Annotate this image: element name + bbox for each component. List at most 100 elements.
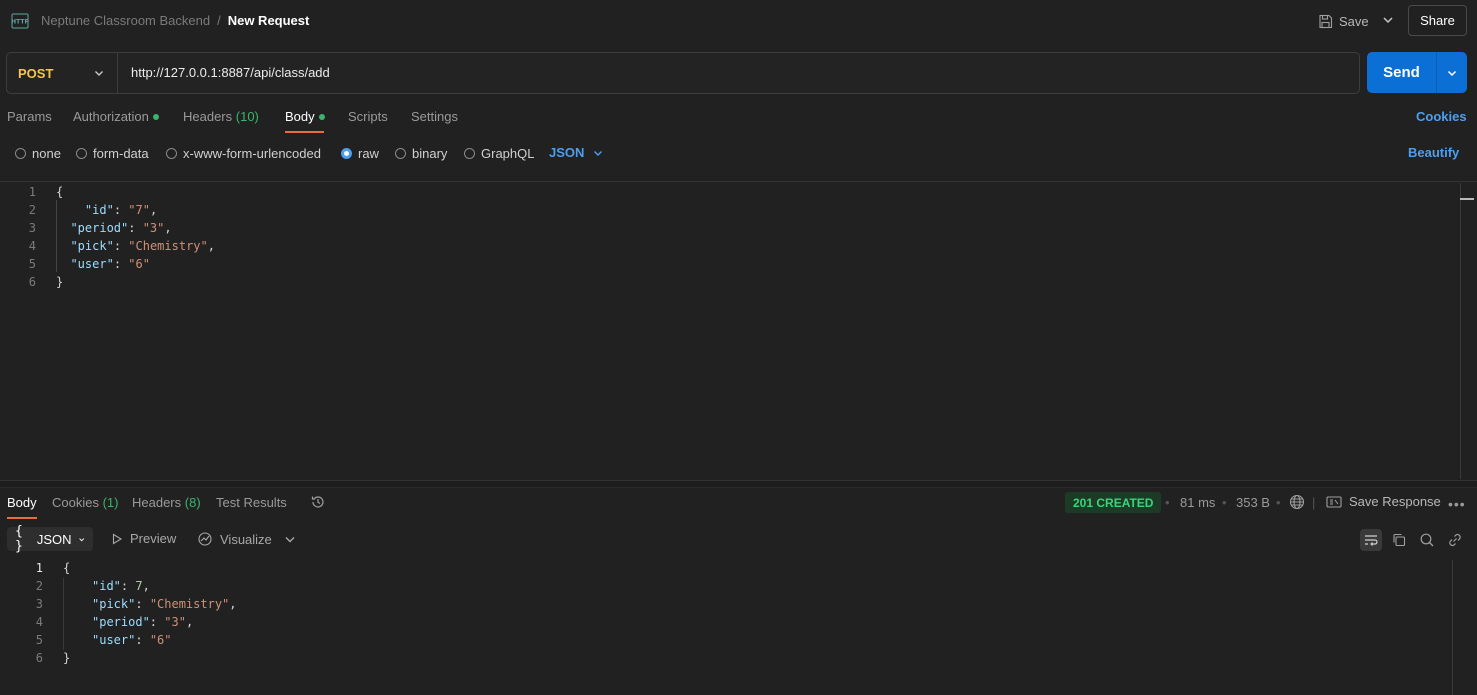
send-options-button[interactable]: [1436, 52, 1467, 93]
response-tab-body[interactable]: Body: [7, 495, 37, 510]
json-trail: ,: [185, 615, 194, 629]
save-response-icon: [1326, 495, 1342, 508]
response-tab-headers-label: Headers: [132, 495, 182, 510]
chevron-down-icon[interactable]: [283, 532, 297, 546]
json-value: 7: [135, 579, 143, 593]
json-key: "id": [92, 579, 121, 593]
tab-params[interactable]: Params: [7, 109, 52, 124]
line-number: 5: [28, 257, 36, 271]
code-line: }: [63, 651, 70, 665]
radio-selected-icon: [341, 147, 352, 159]
response-tab-headers[interactable]: Headers (8): [132, 495, 201, 510]
breadcrumb-collection[interactable]: Neptune Classroom Backend: [41, 13, 210, 28]
body-type-urlencoded[interactable]: x-www-form-urlencoded: [166, 145, 321, 161]
language-select[interactable]: JSON: [549, 145, 604, 160]
request-body-editor[interactable]: 1 2 3 4 5 6 { "id": "7", "period": "3", …: [0, 181, 1477, 479]
meta-separator: •: [1165, 495, 1170, 510]
link-icon: [1449, 533, 1461, 547]
tab-headers-count: (10): [235, 109, 259, 124]
beautify-button[interactable]: Beautify: [1408, 145, 1459, 160]
wrap-lines-button[interactable]: [1360, 529, 1382, 551]
response-format-select[interactable]: { } JSON: [7, 524, 93, 554]
scrollbar-thumb[interactable]: [1460, 198, 1474, 200]
tab-authorization[interactable]: Authorization: [73, 109, 159, 124]
save-options-chevron-icon[interactable]: [1380, 12, 1396, 28]
history-icon[interactable]: [310, 494, 326, 510]
send-button[interactable]: Send: [1367, 52, 1436, 93]
code-brace: {: [63, 561, 71, 575]
tab-settings[interactable]: Settings: [411, 109, 458, 124]
code-line: {: [63, 561, 70, 575]
search-button[interactable]: [1416, 529, 1438, 551]
link-button[interactable]: [1444, 529, 1466, 551]
body-type-binary[interactable]: binary: [395, 145, 447, 161]
more-options-icon[interactable]: •••: [1448, 496, 1466, 512]
save-icon: [1319, 14, 1333, 28]
request-name[interactable]: New Request: [228, 13, 310, 28]
save-label: Save: [1339, 13, 1369, 29]
svg-text:HTTP: HTTP: [11, 19, 29, 26]
visualize-label: Visualize: [220, 531, 272, 547]
braces-icon: { }: [15, 524, 23, 554]
response-size[interactable]: 353 B: [1236, 495, 1270, 510]
json-trail: ,: [149, 203, 158, 217]
tab-body[interactable]: Body: [285, 109, 325, 124]
body-type-label: form-data: [93, 145, 149, 161]
body-type-graphql[interactable]: GraphQL: [464, 145, 534, 161]
response-tab-test-results[interactable]: Test Results: [216, 495, 287, 510]
save-button[interactable]: Save: [1318, 10, 1369, 32]
pane-divider[interactable]: [0, 480, 1477, 488]
json-value: "3": [164, 615, 186, 629]
code-line: "period": "3",: [56, 221, 171, 235]
meta-separator: •: [1276, 495, 1281, 510]
preview-button[interactable]: Preview: [111, 531, 176, 546]
code-line: "period": "3",: [92, 615, 194, 629]
code-line: "id": 7,: [92, 579, 150, 593]
preview-label: Preview: [130, 531, 177, 546]
save-response-label: Save Response: [1349, 494, 1441, 509]
share-button[interactable]: Share: [1408, 5, 1467, 36]
url-bar: POST http://127.0.0.1:8887/api/class/add: [6, 52, 1360, 94]
radio-icon: [464, 147, 475, 159]
visualize-button[interactable]: Visualize: [197, 531, 272, 547]
response-tab-cookies-count: (1): [102, 495, 119, 510]
line-number: 2: [28, 203, 36, 217]
code-line: "user": "6": [56, 257, 150, 271]
status-badge[interactable]: 201 CREATED: [1065, 492, 1162, 513]
chevron-down-icon: [95, 71, 103, 76]
indent-guide: [56, 200, 57, 272]
url-input[interactable]: http://127.0.0.1:8887/api/class/add: [131, 65, 330, 80]
save-response-button[interactable]: Save Response: [1326, 494, 1441, 509]
scrollbar[interactable]: [1452, 560, 1453, 695]
body-type-label: x-www-form-urlencoded: [183, 145, 321, 161]
tab-scripts[interactable]: Scripts: [348, 109, 388, 124]
request-header: HTTP Neptune Classroom Backend / New Req…: [0, 0, 1477, 42]
code-brace: {: [56, 185, 64, 199]
active-tab-underline: [285, 131, 324, 133]
tab-headers-label: Headers: [183, 109, 233, 124]
tab-headers[interactable]: Headers (10): [183, 109, 259, 124]
json-value: "7": [128, 203, 150, 217]
body-type-form-data[interactable]: form-data: [76, 145, 149, 161]
body-type-raw[interactable]: raw: [341, 145, 379, 161]
cookies-link[interactable]: Cookies: [1416, 109, 1467, 124]
radio-icon: [76, 147, 87, 159]
breadcrumb-separator: /: [217, 13, 221, 28]
code-brace: }: [63, 651, 71, 665]
response-body-viewer[interactable]: 1 2 3 4 5 6 { "id": 7, "pick": "Chemistr…: [0, 559, 1450, 695]
response-time[interactable]: 81 ms: [1180, 495, 1215, 510]
scrollbar[interactable]: [1460, 183, 1461, 479]
body-type-none[interactable]: none: [15, 145, 61, 161]
response-tab-cookies-label: Cookies: [52, 495, 99, 510]
copy-button[interactable]: [1388, 529, 1410, 551]
body-type-label: GraphQL: [481, 145, 535, 161]
method-select[interactable]: POST: [7, 53, 118, 93]
json-key: "period": [70, 221, 129, 235]
globe-icon[interactable]: [1289, 494, 1305, 510]
response-tab-cookies[interactable]: Cookies (1): [52, 495, 118, 510]
radio-icon: [395, 147, 406, 159]
json-key: "pick": [92, 597, 136, 611]
json-trail: ,: [229, 597, 237, 611]
